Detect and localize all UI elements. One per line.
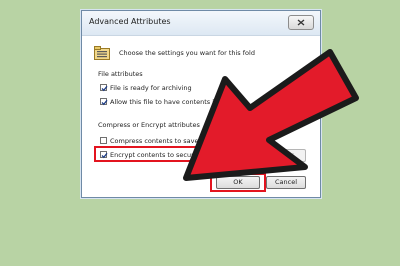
arrow-pointer	[183, 49, 359, 181]
